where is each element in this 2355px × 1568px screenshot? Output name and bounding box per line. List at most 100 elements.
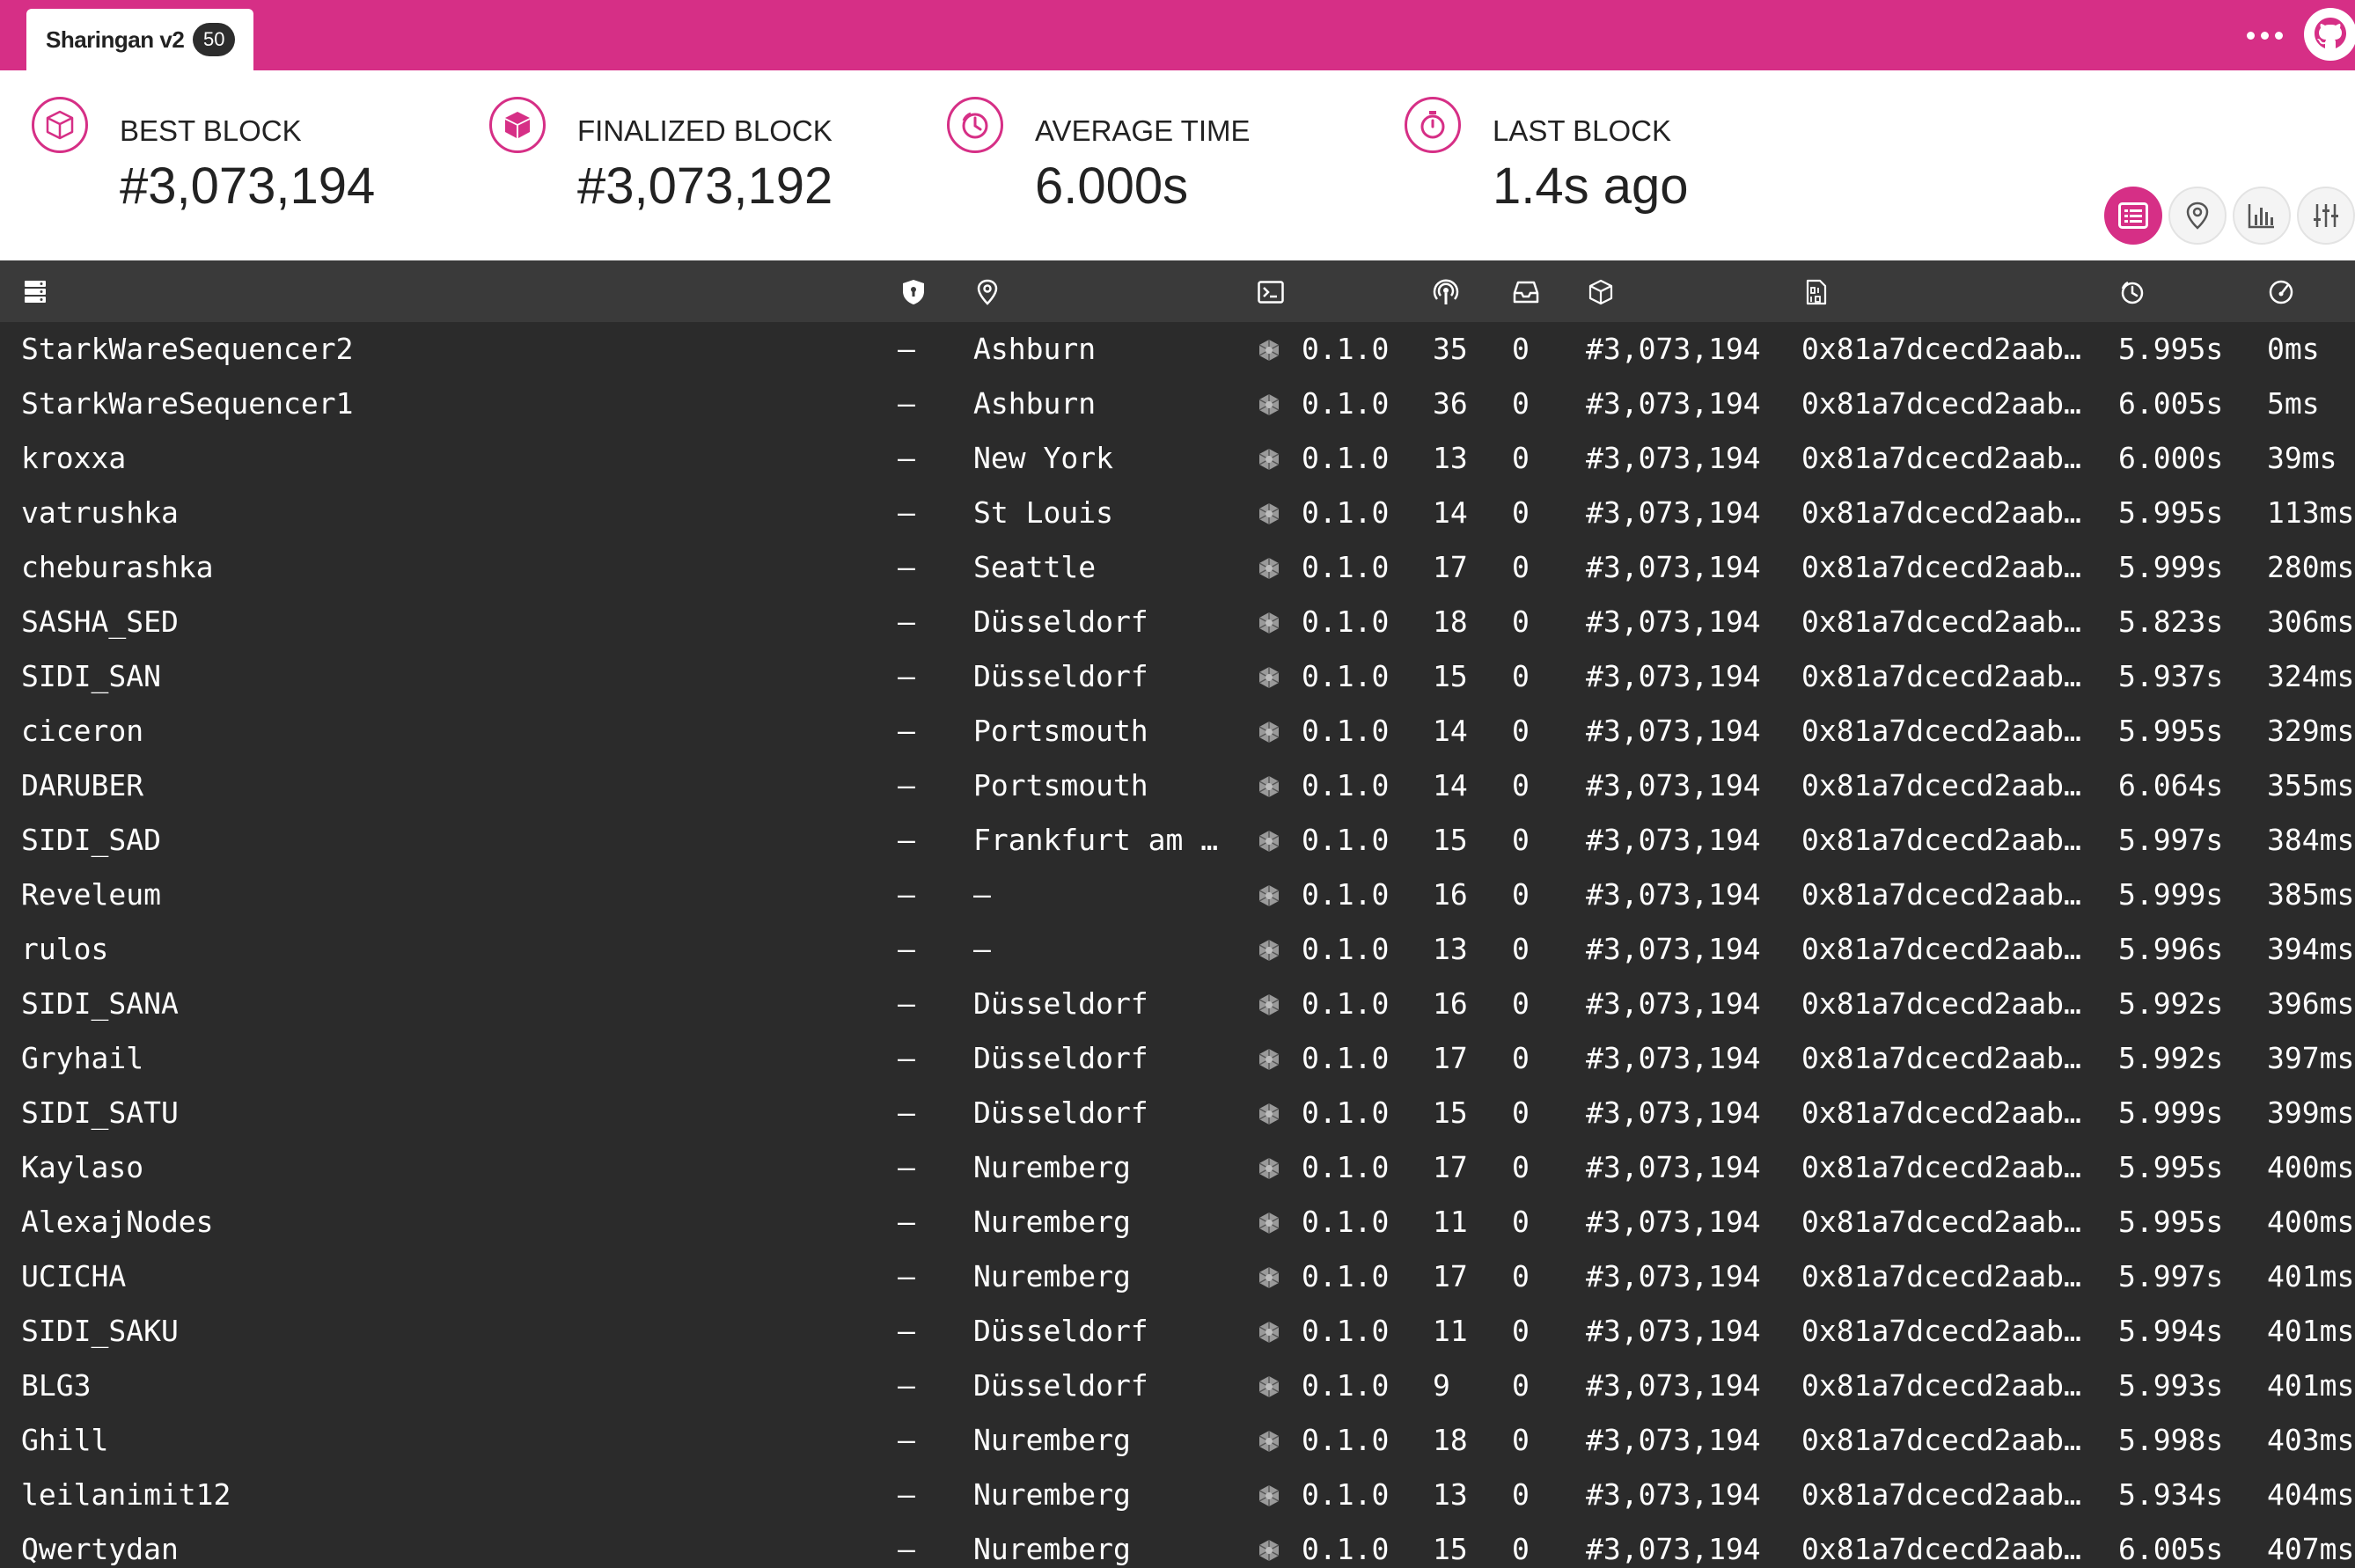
block-time: 5.994s: [2118, 1314, 2224, 1348]
block-number: #3,073,194: [1586, 1150, 1761, 1184]
node-location: St Louis: [973, 495, 1113, 530]
node-name[interactable]: ciceron: [21, 704, 892, 758]
node-name[interactable]: cheburashka: [21, 540, 892, 595]
node-name[interactable]: Reveleum: [21, 868, 892, 922]
col-implementation-header[interactable]: [1257, 278, 1285, 306]
table-row[interactable]: SASHA_SED – Düsseldorf 0.1.0 18 0 #3,073,194 0x…: [0, 595, 2355, 649]
table-row[interactable]: AlexajNodes – Nuremberg 0.1.0 11 0 #3,073,194 0…: [0, 1195, 2355, 1249]
table-row[interactable]: UCICHA – Nuremberg 0.1.0 17 0 #3,073,194 0x81a7…: [0, 1249, 2355, 1304]
node-name[interactable]: DARUBER: [21, 758, 892, 813]
block-number: #3,073,194: [1586, 386, 1761, 421]
node-name[interactable]: Ghill: [21, 1413, 892, 1468]
block-time: 5.934s: [2118, 1477, 2224, 1512]
node-name[interactable]: StarkWareSequencer1: [21, 377, 892, 431]
table-row[interactable]: vatrushka – St Louis 0.1.0 14 0 #3,073,194 0x81…: [0, 486, 2355, 540]
table-row[interactable]: StarkWareSequencer1– Ashburn 0.1.0 36 0 #3,07…: [0, 377, 2355, 431]
propagation-time: 385ms: [2267, 877, 2355, 912]
node-name[interactable]: SIDI_SANA: [21, 977, 892, 1031]
validator-status: –: [898, 550, 915, 584]
block-hash: 0x81a7dcecd2aab…: [1801, 932, 2081, 966]
node-name[interactable]: leilanimit12: [21, 1468, 892, 1522]
block-time: 6.005s: [2118, 386, 2224, 421]
block-time: 6.000s: [2118, 441, 2224, 475]
node-name[interactable]: BLG3: [21, 1359, 892, 1413]
node-name[interactable]: kroxxa: [21, 431, 892, 486]
implementation-logo-icon: [1258, 776, 1280, 797]
block-number: #3,073,194: [1586, 1205, 1761, 1239]
table-row[interactable]: StarkWareSequencer2– Ashburn 0.1.0 35 0 #3,07…: [0, 322, 2355, 377]
block-number: #3,073,194: [1586, 1259, 1761, 1293]
node-table-header: [0, 260, 2355, 322]
node-name[interactable]: SASHA_SED: [21, 595, 892, 649]
block-hash: 0x81a7dcecd2aab…: [1801, 1150, 2081, 1184]
chain-tab[interactable]: Sharingan v2 50: [26, 9, 253, 70]
stat-label: LAST BLOCK: [1493, 114, 1671, 147]
table-row[interactable]: SIDI_SATU – Düsseldorf 0.1.0 15 0 #3,073,194 0x…: [0, 1086, 2355, 1140]
node-name[interactable]: Gryhail: [21, 1031, 892, 1086]
validator-status: –: [898, 1477, 915, 1512]
list-view-button[interactable]: [2104, 187, 2162, 245]
block-hash: 0x81a7dcecd2aab…: [1801, 986, 2081, 1021]
table-row[interactable]: kroxxa – New York 0.1.0 13 0 #3,073,194 0x81a7d…: [0, 431, 2355, 486]
block-number: #3,073,194: [1586, 1532, 1761, 1566]
col-block-time-header[interactable]: [2118, 278, 2146, 306]
node-name[interactable]: UCICHA: [21, 1249, 892, 1304]
table-row[interactable]: rulos – –0.1.0 13 0 #3,073,194 0x81a7dcecd2aab…: [0, 922, 2355, 977]
col-transactions-header[interactable]: [1512, 278, 1540, 306]
table-row[interactable]: SIDI_SAD – Frankfurt am … 0.1.0 15 0 #3,073,19…: [0, 813, 2355, 868]
node-name[interactable]: Kaylaso: [21, 1140, 892, 1195]
implementation-logo-icon: [1258, 885, 1280, 906]
map-view-button[interactable]: [2168, 187, 2227, 245]
validator-status: –: [898, 441, 915, 475]
col-block-header[interactable]: [1587, 278, 1615, 306]
table-row[interactable]: Qwertydan – Nuremberg 0.1.0 15 0 #3,073,194 0x8…: [0, 1522, 2355, 1568]
table-row[interactable]: ciceron – Portsmouth 0.1.0 14 0 #3,073,194 0x81…: [0, 704, 2355, 758]
table-row[interactable]: Ghill – Nuremberg 0.1.0 18 0 #3,073,194 0x81a7d…: [0, 1413, 2355, 1468]
table-row[interactable]: SIDI_SANA – Düsseldorf 0.1.0 16 0 #3,073,194 0x…: [0, 977, 2355, 1031]
peer-count: 17: [1433, 550, 1468, 584]
node-name[interactable]: vatrushka: [21, 486, 892, 540]
timer-icon: [947, 97, 1003, 153]
table-row[interactable]: cheburashka – Seattle 0.1.0 17 0 #3,073,194 0x8…: [0, 540, 2355, 595]
table-row[interactable]: BLG3– Düsseldorf 0.1.0 9 0 #3,073,194 0x81a7dc…: [0, 1359, 2355, 1413]
block-number: #3,073,194: [1586, 1314, 1761, 1348]
block-hash: 0x81a7dcecd2aab…: [1801, 332, 2081, 366]
propagation-time: 113ms: [2267, 495, 2355, 530]
table-row[interactable]: SIDI_SAKU – Düsseldorf 0.1.0 11 0 #3,073,194 0x…: [0, 1304, 2355, 1359]
col-peers-header[interactable]: [1432, 278, 1460, 306]
stats-view-button[interactable]: [2233, 187, 2291, 245]
table-row[interactable]: Kaylaso – Nuremberg 0.1.0 17 0 #3,073,194 0x81a…: [0, 1140, 2355, 1195]
node-name[interactable]: Qwertydan: [21, 1522, 892, 1568]
peer-count: 9: [1433, 1368, 1450, 1403]
tx-count: 0: [1512, 1205, 1530, 1239]
settings-view-button[interactable]: [2297, 187, 2355, 245]
col-location-header[interactable]: [973, 278, 1001, 306]
validator-status: –: [898, 495, 915, 530]
node-name[interactable]: rulos: [21, 922, 892, 977]
node-version: 0.1.0: [1302, 1041, 1390, 1075]
block-time: 5.992s: [2118, 1041, 2224, 1075]
table-row[interactable]: DARUBER – Portsmouth 0.1.0 14 0 #3,073,194 0x81…: [0, 758, 2355, 813]
table-row[interactable]: Reveleum – –0.1.0 16 0 #3,073,194 0x81a7dcecd2…: [0, 868, 2355, 922]
block-time: 5.996s: [2118, 932, 2224, 966]
table-row[interactable]: leilanimit12– Nuremberg 0.1.0 13 0 #3,073,194…: [0, 1468, 2355, 1522]
col-propagation-header[interactable]: [2267, 278, 2295, 306]
table-row[interactable]: SIDI_SAN – Düsseldorf 0.1.0 15 0 #3,073,194 0x8…: [0, 649, 2355, 704]
node-name[interactable]: SIDI_SAN: [21, 649, 892, 704]
node-name[interactable]: AlexajNodes: [21, 1195, 892, 1249]
node-name[interactable]: SIDI_SATU: [21, 1086, 892, 1140]
peer-count: 11: [1433, 1314, 1468, 1348]
github-link[interactable]: [2301, 5, 2355, 63]
block-hash: 0x81a7dcecd2aab…: [1801, 441, 2081, 475]
table-row[interactable]: Gryhail – Düsseldorf 0.1.0 17 0 #3,073,194 0x81…: [0, 1031, 2355, 1086]
more-chains-button[interactable]: [2240, 19, 2289, 51]
node-name[interactable]: SIDI_SAKU: [21, 1304, 892, 1359]
propagation-time: 306ms: [2267, 604, 2355, 639]
col-node-name-header[interactable]: [21, 278, 49, 306]
peer-count: 14: [1433, 714, 1468, 748]
node-name[interactable]: StarkWareSequencer2: [21, 322, 892, 377]
col-block-hash-header[interactable]: [1802, 278, 1830, 306]
tx-count: 0: [1512, 714, 1530, 748]
col-validator-header[interactable]: [899, 278, 928, 306]
node-name[interactable]: SIDI_SAD: [21, 813, 892, 868]
